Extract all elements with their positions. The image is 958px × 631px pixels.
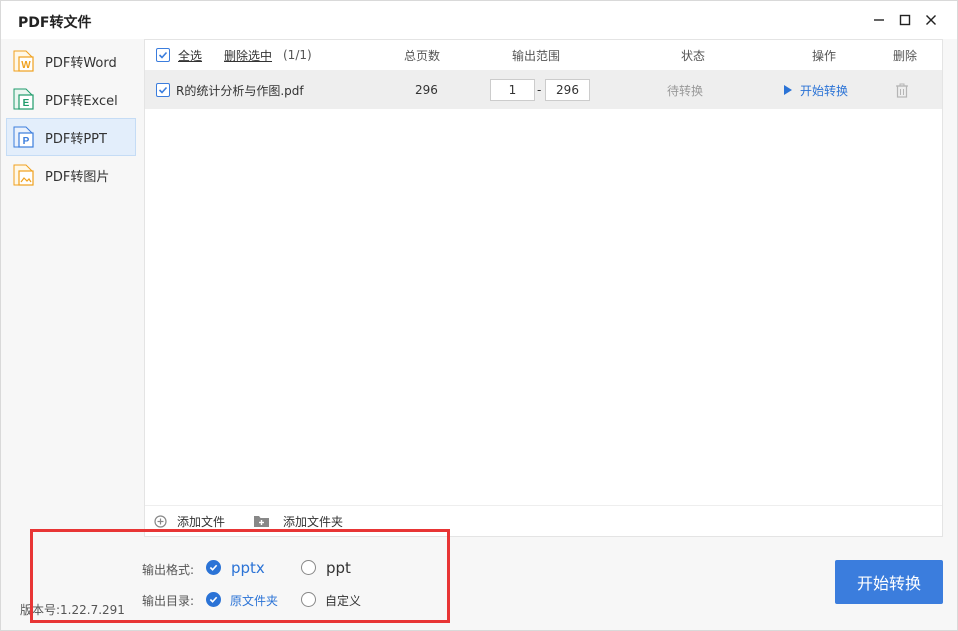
excel-file-icon: E — [13, 88, 34, 110]
minimize-button[interactable] — [869, 10, 889, 30]
header-status: 状态 — [681, 48, 706, 63]
checkmark-icon — [158, 51, 168, 59]
play-icon — [784, 85, 792, 95]
close-button[interactable] — [921, 10, 941, 30]
ppt-file-icon: P — [13, 126, 34, 148]
page-count: 296 — [415, 83, 438, 97]
app-window: PDF转文件 W PDF转Word E PDF转Excel P PDF转PPT … — [0, 0, 958, 631]
svg-text:E: E — [23, 98, 30, 109]
add-folder-label: 添加文件夹 — [283, 514, 344, 529]
range-to-input[interactable]: 296 — [545, 79, 590, 101]
status-text: 待转换 — [667, 83, 704, 98]
add-file-label: 添加文件 — [177, 514, 226, 529]
header-delete: 删除 — [893, 48, 918, 63]
add-circle-icon — [154, 514, 167, 528]
start-convert-label: 开始转换 — [800, 83, 849, 98]
highlight-box — [30, 529, 450, 623]
header-range: 输出范围 — [512, 48, 561, 63]
maximize-icon — [899, 14, 911, 26]
start-convert-row-button[interactable]: 开始转换 — [784, 71, 848, 109]
file-name: R的统计分析与作图.pdf — [176, 83, 304, 98]
sidebar-item-pdf-to-image[interactable]: PDF转图片 — [6, 156, 136, 194]
sidebar-item-label: PDF转PPT — [45, 131, 107, 147]
word-file-icon: W — [13, 50, 34, 72]
table-header: 全选 删除选中 (1/1) 总页数 输出范围 状态 操作 删除 — [145, 40, 942, 71]
sidebar-item-pdf-to-excel[interactable]: E PDF转Excel — [6, 80, 136, 118]
file-list-panel: 全选 删除选中 (1/1) 总页数 输出范围 状态 操作 删除 R的统计分析与作… — [144, 39, 943, 537]
close-icon — [926, 15, 936, 25]
sidebar: W PDF转Word E PDF转Excel P PDF转PPT PDF转图片 — [1, 39, 143, 519]
row-checkbox[interactable] — [156, 83, 170, 97]
table-row[interactable]: R的统计分析与作图.pdf 296 1 - 296 待转换 开始转换 — [145, 71, 942, 109]
sidebar-item-label: PDF转Excel — [45, 93, 118, 109]
svg-text:P: P — [23, 136, 30, 147]
range-separator: - — [537, 83, 542, 97]
file-count: (1/1) — [283, 48, 312, 62]
trash-icon[interactable] — [895, 83, 909, 98]
maximize-button[interactable] — [895, 10, 915, 30]
select-all-checkbox[interactable] — [156, 48, 170, 62]
checkmark-icon — [158, 86, 168, 94]
window-title: PDF转文件 — [18, 15, 92, 31]
sidebar-item-label: PDF转图片 — [45, 169, 110, 185]
header-action: 操作 — [812, 48, 837, 63]
start-convert-button[interactable]: 开始转换 — [835, 560, 943, 604]
svg-text:W: W — [21, 60, 31, 71]
image-file-icon — [13, 164, 34, 186]
delete-selected-link[interactable]: 删除选中 — [224, 47, 272, 64]
sidebar-item-label: PDF转Word — [45, 55, 117, 71]
add-folder-icon — [254, 516, 269, 527]
minimize-icon — [874, 19, 884, 21]
title-bar: PDF转文件 — [1, 1, 957, 39]
sidebar-item-pdf-to-word[interactable]: W PDF转Word — [6, 42, 136, 80]
range-from-input[interactable]: 1 — [490, 79, 535, 101]
header-pages: 总页数 — [404, 48, 441, 63]
select-all-link[interactable]: 全选 — [178, 47, 202, 64]
sidebar-item-pdf-to-ppt[interactable]: P PDF转PPT — [6, 118, 136, 156]
